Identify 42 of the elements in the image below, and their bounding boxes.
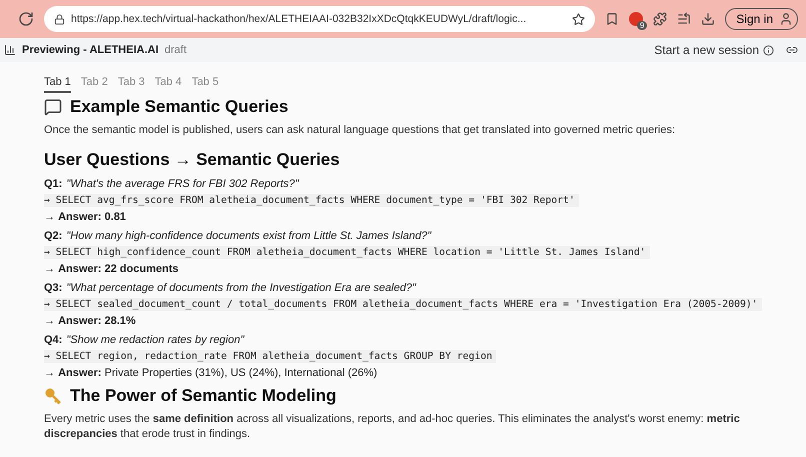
bookmark-icon[interactable] (605, 12, 620, 26)
download-icon[interactable] (701, 12, 716, 26)
question-text: "What percentage of documents from the Investigation Era are sealed?" (66, 282, 416, 294)
speech-bubble-icon (44, 98, 62, 116)
puzzle-icon[interactable] (653, 12, 668, 26)
favorites-icon[interactable] (677, 12, 692, 26)
section-heading: Example Semantic Queries (70, 97, 288, 117)
draft-label: draft (164, 44, 188, 56)
question-text: "Show me redaction rates by region" (66, 334, 244, 346)
sql-code: → SELECT sealed_document_count / total_documents FROM aletheia_document_facts WHERE era = 'Investigation Era (2005-2009)' (44, 298, 762, 311)
sql-code: → SELECT avg_frs_score FROM aletheia_document_facts WHERE document_type = 'FBI 302 Report' (44, 194, 579, 207)
new-session-button[interactable]: Start a new session (648, 42, 780, 58)
address-bar[interactable]: https://app.hex.tech/virtual-hackathon/hex/ALETHEIAAI-032B32IxXDcQtqkKEUDWyL/draft/logic... (44, 6, 596, 32)
sign-in-button[interactable]: Sign in (725, 8, 798, 30)
answer-text: → Answer: 0.81 (44, 211, 127, 223)
question-label: Q4: (44, 334, 62, 346)
extension-badge: 9 (636, 21, 648, 30)
body-text: Every metric uses the same definition across all visualizations, reports, and ad-hoc queries. This eliminates the analyst's worst enemy: metric discrepancies that erode trust in findings. (44, 412, 741, 442)
section-heading: The Power of Semantic Modeling (70, 386, 336, 406)
key-icon (44, 387, 62, 405)
question-text: "How many high-confidence documents exist from Little St. James Island?" (66, 230, 432, 242)
link-icon[interactable] (786, 44, 798, 56)
answer-text: → Answer: 22 documents (44, 263, 180, 275)
tab[interactable]: Tab 1 (44, 76, 71, 93)
question-text: "What's the average FRS for FBI 302 Reports?" (66, 178, 299, 190)
answer-text: → Answer: Private Properties (31%), US (24%), International (26%) (44, 367, 378, 379)
question-label: Q1: (44, 178, 62, 190)
lock-icon (54, 14, 65, 24)
info-icon (763, 44, 774, 56)
sql-code: → SELECT region, redaction_rate FROM aletheia_document_facts GROUP BY region (44, 350, 496, 363)
app-title: Previewing - ALETHEIA.AI (22, 44, 159, 56)
question-label: Q3: (44, 282, 62, 294)
subheading: User Questions → Semantic Queries (44, 150, 341, 170)
chart-icon (4, 44, 16, 56)
star-icon[interactable] (572, 12, 586, 26)
intro-text: Once the semantic model is published, users can ask natural language questions that get translated into governed metric queries: (44, 123, 676, 138)
sql-code: → SELECT high_confidence_count FROM aletheia_document_facts WHERE location = 'Little St. James Island' (44, 246, 650, 259)
question-label: Q2: (44, 230, 62, 242)
url-text: https://app.hex.tech/virtual-hackathon/hex/ALETHEIAAI-032B32IxXDcQtqkKEUDWyL/draft/logic... (71, 13, 526, 25)
answer-text: → Answer: 28.1% (44, 315, 137, 327)
user-icon (779, 12, 793, 26)
reload-icon[interactable] (18, 11, 34, 27)
